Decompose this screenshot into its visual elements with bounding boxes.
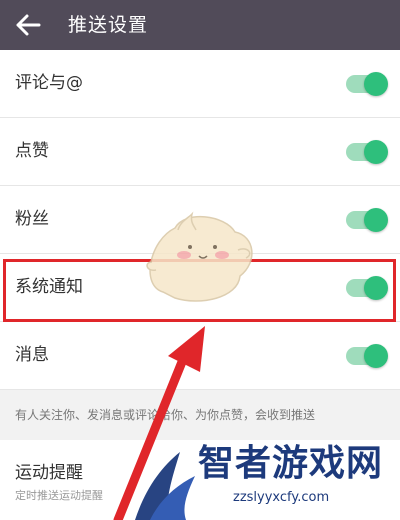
page-title: 推送设置 (68, 14, 149, 36)
setting-label: 消息 (15, 345, 49, 365)
setting-row-comments: 评论与@ (0, 50, 400, 118)
setting-row-likes: 点赞 (0, 118, 400, 186)
toggle-switch[interactable] (346, 72, 388, 96)
toggle-switch[interactable] (346, 344, 388, 368)
toggle-switch[interactable] (346, 208, 388, 232)
sport-reminder-label: 运动提醒 (15, 463, 83, 483)
highlight-box (3, 259, 396, 322)
top-bar: 推送设置 (0, 0, 400, 50)
hint-text: 有人关注你、发消息或评论给你、为你点赞，会收到推送 (15, 408, 316, 422)
hint-section: 有人关注你、发消息或评论给你、为你点赞，会收到推送 (0, 390, 400, 440)
toggle-switch[interactable] (346, 140, 388, 164)
setting-row-fans: 粉丝 (0, 186, 400, 254)
sport-reminder-subtitle: 定时推送运动提醒 (15, 489, 103, 502)
setting-label: 评论与@ (15, 73, 83, 93)
back-arrow-icon[interactable] (14, 12, 42, 38)
setting-row-messages: 消息 (0, 322, 400, 390)
watermark-text: 智者游戏网 (198, 443, 384, 484)
setting-label: 点赞 (15, 141, 49, 161)
watermark-url: zzslyyxcfy.com (233, 490, 330, 505)
setting-label: 粉丝 (15, 209, 49, 229)
